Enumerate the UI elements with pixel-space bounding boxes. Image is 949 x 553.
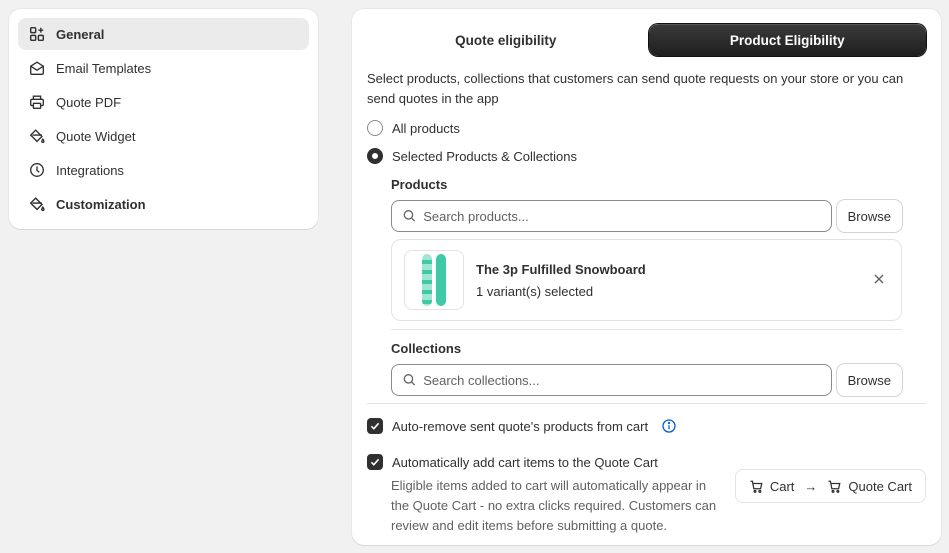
collections-section-title: Collections	[391, 341, 462, 356]
product-eligibility-card: Quote eligibility Product Eligibility Se…	[352, 9, 941, 545]
checkbox-label: Automatically add cart items to the Quot…	[392, 454, 658, 470]
checkmark-icon	[370, 458, 380, 466]
paint-bucket-icon	[29, 129, 45, 144]
checkmark-icon	[370, 422, 380, 430]
checkbox-checked[interactable]	[367, 418, 383, 434]
checkbox-label: Auto-remove sent quote's products from c…	[392, 418, 649, 434]
cart-icon	[750, 480, 763, 493]
sidebar-item-email-templates[interactable]: Email Templates	[18, 52, 309, 84]
sidebar-item-quote-pdf[interactable]: Quote PDF	[18, 86, 309, 118]
divider	[391, 329, 902, 330]
eligibility-tabs: Quote eligibility Product Eligibility	[367, 24, 926, 56]
product-title: The 3p Fulfilled Snowboard	[476, 261, 646, 277]
info-icon[interactable]	[661, 418, 677, 434]
quote-cart-label: Quote Cart	[848, 478, 912, 494]
cart-icon	[828, 480, 841, 493]
radio-circle[interactable]	[367, 120, 383, 136]
sidebar-item-general[interactable]: General	[18, 18, 309, 50]
radio-circle-checked[interactable]	[367, 148, 383, 164]
divider	[367, 403, 926, 404]
products-search-row: Browse	[391, 200, 902, 232]
radio-label: Selected Products & Collections	[392, 148, 577, 164]
sidebar-item-label: Customization	[56, 196, 146, 212]
collections-search-box[interactable]	[391, 364, 832, 396]
auto-add-help-text: Eligible items added to cart will automa…	[391, 478, 717, 533]
printer-icon	[30, 95, 44, 109]
sidebar-item-quote-widget[interactable]: Quote Widget	[18, 120, 309, 152]
snowboard-image	[436, 254, 446, 306]
settings-sidebar: General Email Templates Quote PDF Quote …	[9, 9, 318, 229]
sidebar-item-label: Quote PDF	[56, 94, 122, 110]
auto-remove-checkbox-row[interactable]: Auto-remove sent quote's products from c…	[367, 414, 926, 438]
search-collections-input[interactable]	[423, 372, 821, 388]
browse-collections-button[interactable]: Browse	[836, 364, 902, 396]
products-search-box[interactable]	[391, 200, 832, 232]
cart-to-quote-cart-illustration: Cart → Quote Cart	[734, 469, 926, 503]
products-section-title: Products	[391, 177, 448, 192]
search-icon	[403, 210, 416, 222]
sidebar-item-integrations[interactable]: Integrations	[18, 154, 309, 186]
eligibility-description: Select products, collections that custom…	[367, 71, 904, 106]
product-variants: 1 variant(s) selected	[476, 283, 594, 299]
product-thumbnail	[404, 250, 464, 310]
paint-bucket-icon	[29, 197, 45, 212]
grid-icon	[29, 26, 45, 42]
radio-selected-products[interactable]: Selected Products & Collections	[367, 142, 926, 170]
snowboard-image	[422, 254, 432, 306]
cart-label: Cart	[769, 478, 795, 494]
radio-all-products[interactable]: All products	[367, 114, 926, 142]
browse-products-button[interactable]: Browse	[836, 200, 902, 232]
sidebar-item-label: Quote Widget	[56, 128, 136, 144]
sidebar-item-customization[interactable]: Customization	[18, 188, 309, 220]
tab-quote-eligibility[interactable]: Quote eligibility	[367, 24, 645, 56]
checkbox-checked[interactable]	[367, 454, 383, 470]
radio-label: All products	[392, 120, 460, 136]
close-icon[interactable]	[871, 271, 887, 287]
selected-product-card: The 3p Fulfilled Snowboard 1 variant(s) …	[391, 239, 902, 321]
tab-product-eligibility[interactable]: Product Eligibility	[648, 24, 926, 56]
search-products-input[interactable]	[423, 208, 821, 224]
mail-icon	[30, 61, 44, 75]
arrow-icon: →	[804, 478, 818, 494]
clock-icon	[30, 163, 44, 177]
sidebar-item-label: General	[56, 26, 105, 42]
sidebar-item-label: Email Templates	[56, 60, 152, 76]
search-icon	[403, 374, 416, 386]
sidebar-item-label: Integrations	[56, 162, 124, 178]
collections-search-row: Browse	[391, 364, 902, 396]
